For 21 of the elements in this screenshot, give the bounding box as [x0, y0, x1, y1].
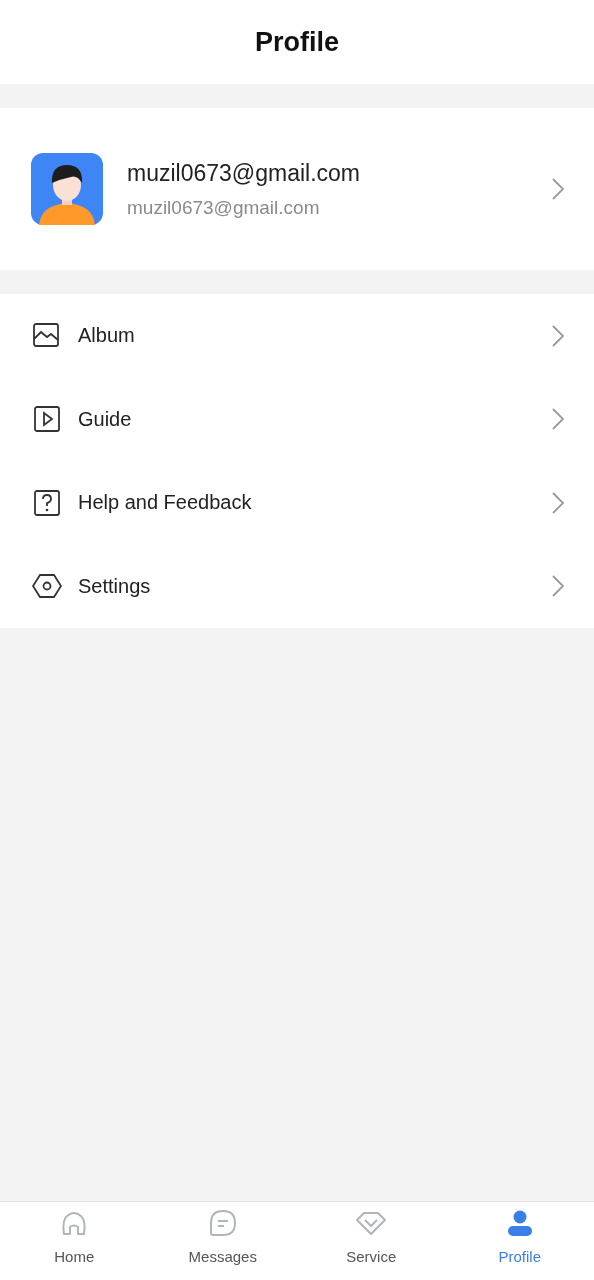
- profile-card[interactable]: muzil0673@gmail.com muzil0673@gmail.com: [0, 108, 594, 270]
- chevron-icon: [552, 408, 564, 431]
- tab[interactable]: Messages: [148, 1202, 297, 1280]
- menu-item[interactable]: Settings: [0, 544, 594, 628]
- account-email: muzil0673@gmail.com: [127, 196, 321, 219]
- page-title: Profile: [255, 26, 339, 58]
- menu-item[interactable]: Album: [0, 294, 594, 378]
- avatar-icon: [31, 153, 103, 225]
- play-icon: [32, 404, 62, 435]
- chevron-icon: [552, 324, 564, 347]
- chevron-icon: [552, 178, 564, 200]
- help-icon: [32, 487, 62, 518]
- account-name: muzil0673@gmail.com: [127, 159, 361, 187]
- menu-item[interactable]: Help and Feedback: [0, 461, 594, 545]
- chat-icon: [207, 1208, 238, 1238]
- tab[interactable]: Service: [297, 1202, 446, 1280]
- tab[interactable]: Profile: [445, 1202, 594, 1280]
- menu-item[interactable]: Guide: [0, 377, 594, 461]
- chevron-icon: [552, 575, 564, 598]
- chevron-icon: [552, 491, 564, 514]
- tab[interactable]: Home: [0, 1202, 149, 1280]
